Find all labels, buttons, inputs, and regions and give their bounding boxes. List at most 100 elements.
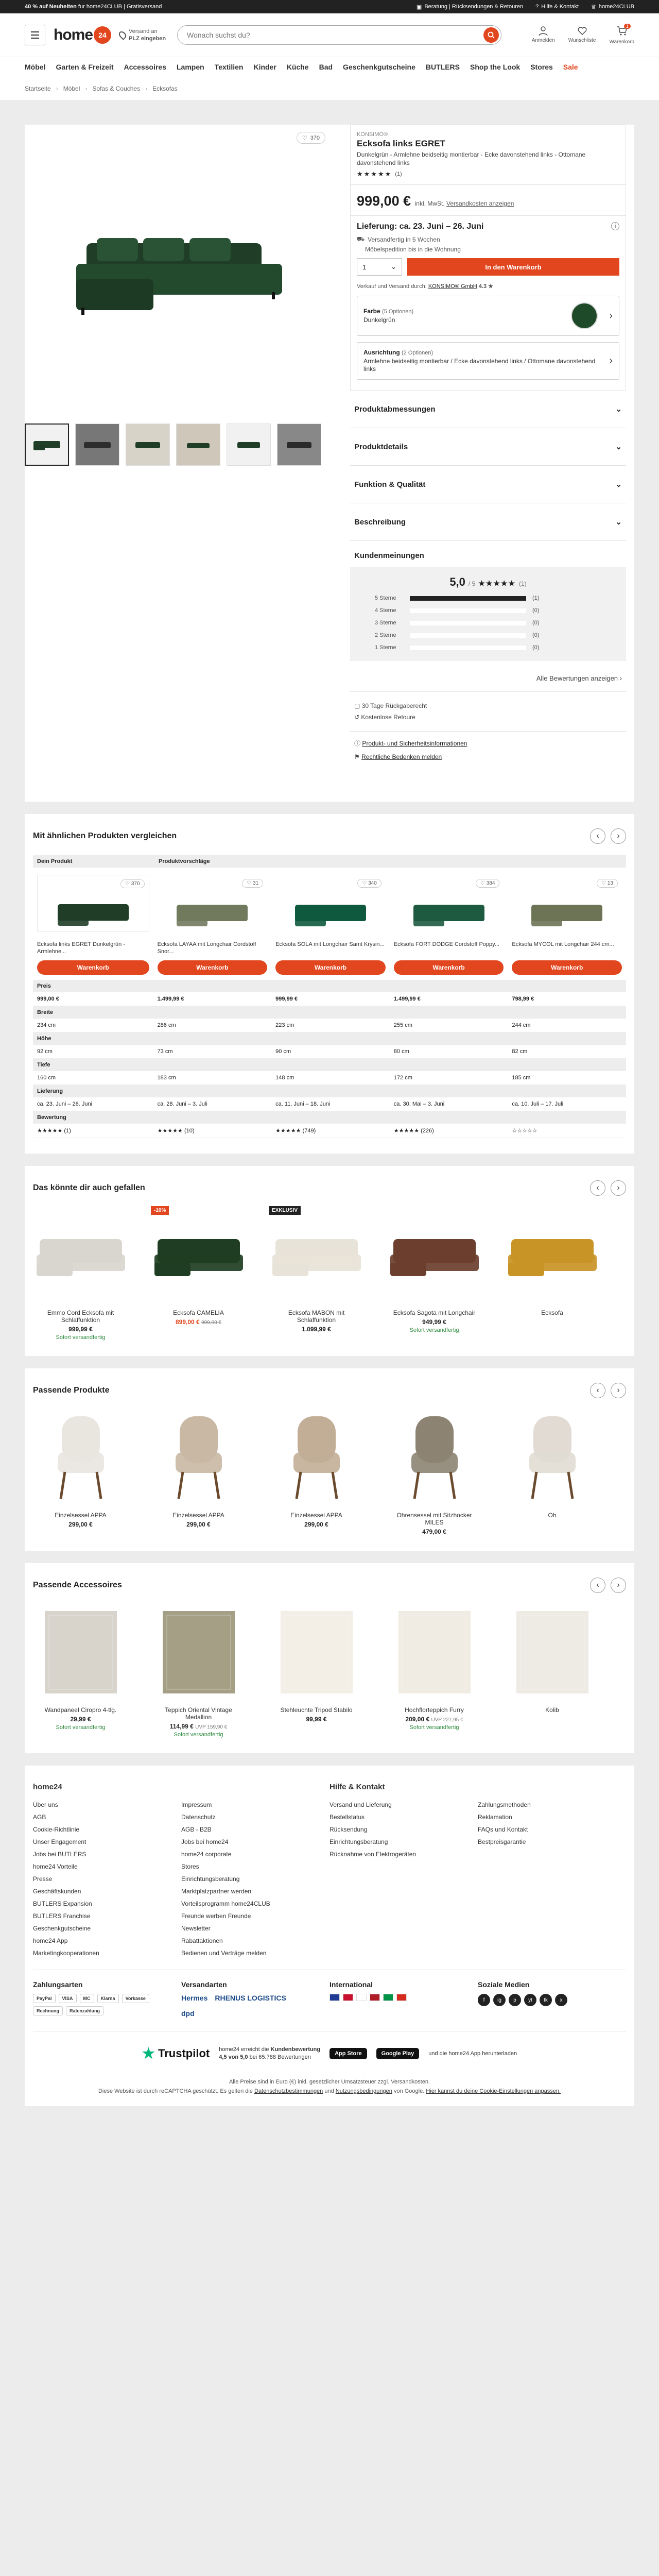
- prev-arrow-button[interactable]: ‹: [590, 1578, 605, 1593]
- nav-item-shop-the-look[interactable]: Shop the Look: [470, 63, 520, 71]
- thumbnail[interactable]: [75, 423, 119, 466]
- nav-item-moebel[interactable]: Möbel: [25, 63, 45, 71]
- legal-report-link[interactable]: ⚑ Rechtliche Bedenken melden: [354, 750, 622, 764]
- nav-item-stores[interactable]: Stores: [530, 63, 553, 71]
- footer-link[interactable]: Reklamation: [478, 1811, 626, 1823]
- add-to-cart-button[interactable]: Warenkorb: [37, 960, 149, 975]
- footer-link[interactable]: home24 corporate: [181, 1848, 330, 1860]
- club-link[interactable]: ♛ home24CLUB: [591, 4, 634, 10]
- footer-link[interactable]: Einrichtungsberatung: [330, 1836, 478, 1848]
- add-to-cart-button[interactable]: Warenkorb: [157, 960, 268, 975]
- product-card[interactable]: Emmo Cord Ecksofa mit Schlaffunktion 999,…: [33, 1206, 128, 1341]
- nav-item-accessoires[interactable]: Accessoires: [124, 63, 166, 71]
- product-image[interactable]: [151, 1603, 246, 1701]
- footer-link[interactable]: AGB: [33, 1811, 181, 1823]
- prev-arrow-button[interactable]: ‹: [590, 1383, 605, 1398]
- product-card[interactable]: Wandpaneel Ciropro 4-tlg. 29,99 € Sofort v…: [33, 1603, 128, 1738]
- nav-item-kinder[interactable]: Kinder: [253, 63, 276, 71]
- product-card[interactable]: EXKLUSIV Ecksofa MABON mit Schlaffunktion…: [269, 1206, 364, 1341]
- breadcrumb-item[interactable]: Startseite: [25, 85, 51, 92]
- thumbnail[interactable]: [227, 423, 271, 466]
- wishlist-button[interactable]: Wunschliste: [568, 26, 596, 45]
- product-name[interactable]: Hochflorteppich Furry: [387, 1706, 482, 1714]
- accordion-dimensions[interactable]: Produktabmessungen ⌄: [350, 391, 626, 428]
- cart-button[interactable]: 1 Warenkorb: [609, 23, 634, 45]
- thumbnail[interactable]: [25, 423, 69, 466]
- footer-link[interactable]: FAQs und Kontakt: [478, 1823, 626, 1836]
- product-image[interactable]: [33, 1206, 128, 1304]
- terms-link[interactable]: Nutzungsbedingungen: [336, 2088, 392, 2094]
- nav-item-garten[interactable]: Garten & Freizeit: [56, 63, 113, 71]
- like-button[interactable]: ♡ 31: [242, 879, 264, 888]
- country-flag[interactable]: [343, 1994, 353, 2001]
- product-image[interactable]: EXKLUSIV: [269, 1206, 364, 1304]
- compare-product-image[interactable]: ♡ 13: [512, 875, 622, 931]
- product-name[interactable]: Ecksofa CAMELIA: [151, 1309, 246, 1316]
- social-icon[interactable]: yt: [524, 1994, 536, 2006]
- search-button[interactable]: [483, 27, 499, 43]
- prev-arrow-button[interactable]: ‹: [590, 828, 605, 844]
- rating-link[interactable]: ★★★★★ (1): [357, 170, 619, 178]
- accordion-details[interactable]: Produktdetails ⌄: [350, 428, 626, 466]
- compare-product-image[interactable]: ♡ 370: [37, 875, 149, 931]
- nav-item-butlers[interactable]: BUTLERS: [426, 63, 460, 71]
- social-icon[interactable]: ig: [493, 1994, 506, 2006]
- product-name[interactable]: Teppich Oriental Vintage Medallion: [151, 1706, 246, 1721]
- product-image[interactable]: [387, 1206, 482, 1304]
- footer-link[interactable]: Rabattaktionen: [181, 1935, 330, 1947]
- social-icon[interactable]: p: [509, 1994, 521, 2006]
- product-name[interactable]: Ecksofa: [505, 1309, 600, 1316]
- menu-button[interactable]: [25, 25, 45, 45]
- app-store-button[interactable]: App Store: [330, 2047, 367, 2059]
- footer-link[interactable]: Über uns: [33, 1799, 181, 1811]
- compare-product-image[interactable]: ♡ 384: [394, 875, 504, 931]
- product-image[interactable]: [505, 1206, 600, 1304]
- footer-link[interactable]: Rücknahme von Elektrogeräten: [330, 1848, 478, 1860]
- product-name[interactable]: Einzelsessel APPA: [269, 1512, 364, 1519]
- add-to-cart-button[interactable]: Warenkorb: [275, 960, 386, 975]
- footer-link[interactable]: Bedienen und Verträge melden: [181, 1947, 330, 1959]
- product-name[interactable]: Oh: [505, 1512, 600, 1519]
- accordion-description[interactable]: Beschreibung ⌄: [350, 503, 626, 541]
- product-card[interactable]: Einzelsessel APPA 299,00 €: [269, 1409, 364, 1535]
- social-icon[interactable]: f: [478, 1994, 490, 2006]
- product-name[interactable]: Ecksofa Sagota mit Longchair: [387, 1309, 482, 1316]
- footer-link[interactable]: Rücksendung: [330, 1823, 478, 1836]
- footer-link[interactable]: Presse: [33, 1873, 181, 1885]
- footer-link[interactable]: Stores: [181, 1860, 330, 1873]
- compare-product-name[interactable]: Ecksofa LAYAA mit Longchair Cordstoff Sn…: [158, 941, 268, 955]
- footer-link[interactable]: home24 Vorteile: [33, 1860, 181, 1873]
- thumbnail[interactable]: [277, 423, 321, 466]
- footer-link[interactable]: Bestellstatus: [330, 1811, 478, 1823]
- google-play-button[interactable]: Google Play: [376, 2047, 420, 2059]
- safety-info-link[interactable]: ⓘ Produkt- und Sicherheitsinformationen: [354, 737, 622, 750]
- product-card[interactable]: Ecksofa: [505, 1206, 600, 1341]
- product-image[interactable]: [33, 1603, 128, 1701]
- product-card[interactable]: Kolib: [505, 1603, 600, 1738]
- account-button[interactable]: Anmelden: [532, 26, 555, 45]
- product-card[interactable]: Hochflorteppich Furry 209,00 € UVP 227,95…: [387, 1603, 482, 1738]
- product-name[interactable]: Ohrensessel mit Sitzhocker MILES: [387, 1512, 482, 1526]
- social-icon[interactable]: x: [555, 1994, 567, 2006]
- footer-link[interactable]: Impressum: [181, 1799, 330, 1811]
- footer-link[interactable]: Newsletter: [181, 1922, 330, 1935]
- thumbnail[interactable]: [176, 423, 220, 466]
- footer-link[interactable]: Marketingkooperationen: [33, 1947, 181, 1959]
- compare-product-name[interactable]: Ecksofa SOLA mit Longchair Samt Krysin..…: [275, 941, 386, 955]
- product-image[interactable]: [269, 1409, 364, 1506]
- main-product-image[interactable]: ♡ 370: [25, 125, 334, 423]
- prev-arrow-button[interactable]: ‹: [590, 1180, 605, 1196]
- next-arrow-button[interactable]: ›: [611, 1180, 626, 1196]
- breadcrumb-item[interactable]: Sofas & Couches: [92, 85, 140, 92]
- footer-link[interactable]: BUTLERS Expansion: [33, 1897, 181, 1910]
- footer-link[interactable]: Vorteilsprogramm home24CLUB: [181, 1897, 330, 1910]
- product-card[interactable]: -10% Ecksofa CAMELIA 899,00 € 999,00 €: [151, 1206, 246, 1341]
- like-button[interactable]: ♡ 13: [597, 879, 618, 888]
- trustpilot-logo[interactable]: ★ Trustpilot: [142, 2045, 210, 2062]
- product-name[interactable]: Kolib: [505, 1706, 600, 1714]
- product-name[interactable]: Wandpaneel Ciropro 4-tlg.: [33, 1706, 128, 1714]
- product-card[interactable]: Stehleuchte Tripod Stabilo 99,99 €: [269, 1603, 364, 1738]
- compare-product-name[interactable]: Ecksofa links EGRET Dunkelgrün - Armlehn…: [37, 941, 149, 955]
- country-flag[interactable]: [370, 1994, 380, 2001]
- product-card[interactable]: Ohrensessel mit Sitzhocker MILES 479,00 €: [387, 1409, 482, 1535]
